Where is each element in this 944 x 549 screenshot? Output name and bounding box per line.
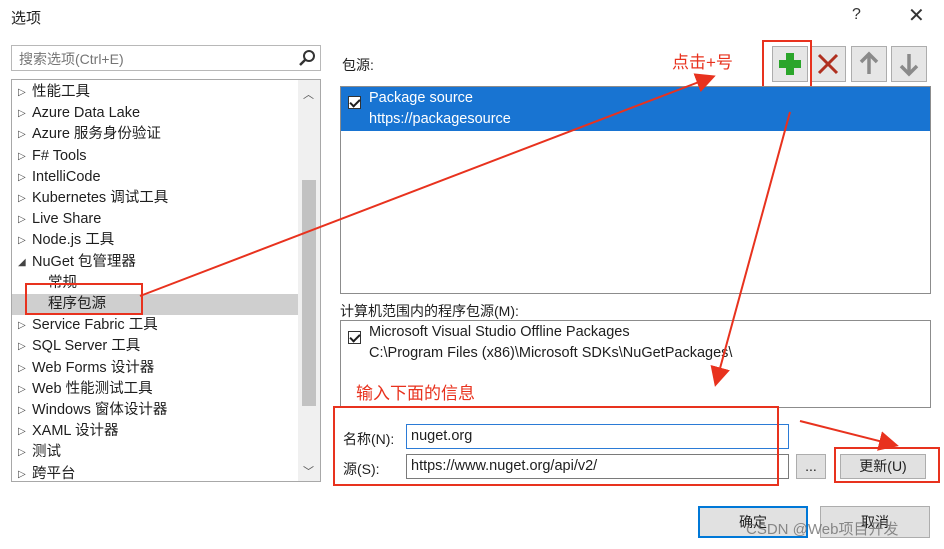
annotation-tree-highlight xyxy=(25,283,143,315)
arrow-to-update xyxy=(799,420,899,451)
arrow-to-form xyxy=(710,111,791,387)
annotation-arrows xyxy=(139,73,899,451)
watermark: CSDN @Web项目开发 xyxy=(746,521,899,538)
arrow-to-plus xyxy=(139,73,716,297)
